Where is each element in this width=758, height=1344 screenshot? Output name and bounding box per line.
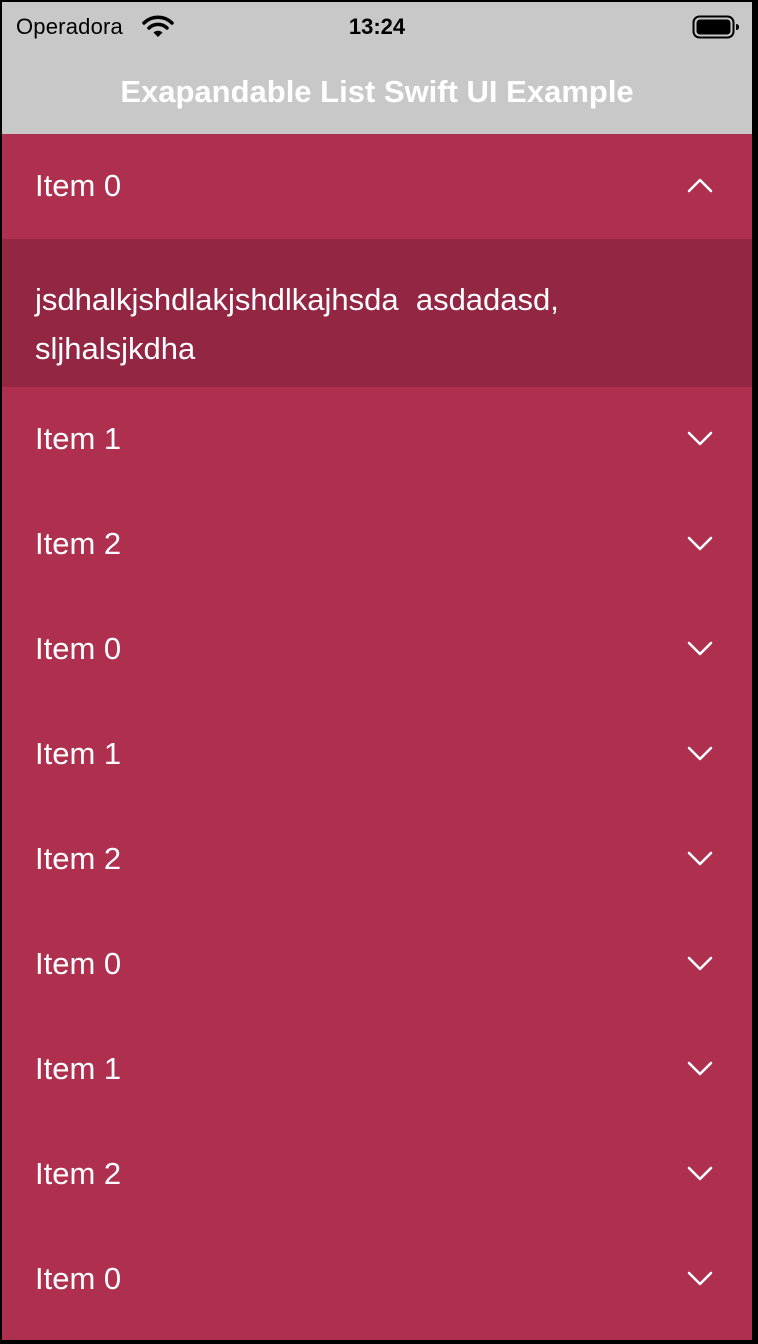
page-title: Exapandable List Swift UI Example (120, 74, 634, 109)
navigation-bar: Exapandable List Swift UI Example (2, 52, 752, 134)
list-item-label: Item 0 (35, 168, 122, 203)
list-item-label: Item 2 (35, 526, 122, 561)
chevron-down-icon[interactable] (686, 532, 714, 554)
list-item[interactable]: Item 2 (2, 1122, 752, 1227)
chevron-down-icon[interactable] (686, 1267, 714, 1289)
list-item[interactable]: Item 1 (2, 387, 752, 492)
list-item[interactable]: Item 0 (2, 912, 752, 1017)
list-item[interactable]: Item 0 (2, 597, 752, 702)
chevron-down-icon[interactable] (686, 637, 714, 659)
list-item-label: Item 0 (35, 946, 122, 981)
chevron-down-icon[interactable] (686, 427, 714, 449)
app-screen: Operadora 13:24 Exapandable List Swift U… (2, 2, 752, 1340)
list-item[interactable]: Item 1 (2, 1017, 752, 1122)
chevron-up-icon[interactable] (686, 174, 714, 196)
list-item-label: Item 0 (35, 1261, 122, 1296)
list-item-label: Item 1 (35, 1051, 122, 1086)
status-time: 13:24 (348, 14, 406, 39)
expandable-list: Item 0 jsdhalkjshdlakjshdlkajhsda asdadas… (2, 134, 752, 1332)
list-item-label: Item 1 (35, 421, 122, 456)
list-item[interactable]: Item 0 (2, 1227, 752, 1332)
chevron-down-icon[interactable] (686, 1057, 714, 1079)
chevron-down-icon[interactable] (686, 952, 714, 974)
chevron-down-icon[interactable] (686, 847, 714, 869)
list-item-label: Item 2 (35, 841, 122, 876)
list-item[interactable]: Item 2 (2, 807, 752, 912)
status-bar: Operadora 13:24 (2, 2, 752, 52)
chevron-down-icon[interactable] (686, 1162, 714, 1184)
list-item[interactable]: Item 1 (2, 702, 752, 807)
list-item-label: Item 1 (35, 736, 122, 771)
list-item-label: Item 2 (35, 1156, 122, 1191)
battery-icon (692, 14, 740, 40)
expanded-text: jsdhalkjshdlakjshdlkajhsda asdadasd, slj… (35, 282, 568, 366)
list-item[interactable]: Item 0 (2, 134, 752, 239)
list-item-label: Item 0 (35, 631, 122, 666)
list-item[interactable]: Item 2 (2, 492, 752, 597)
expanded-content: jsdhalkjshdlakjshdlkajhsda asdadasd, slj… (2, 239, 752, 387)
chevron-down-icon[interactable] (686, 742, 714, 764)
